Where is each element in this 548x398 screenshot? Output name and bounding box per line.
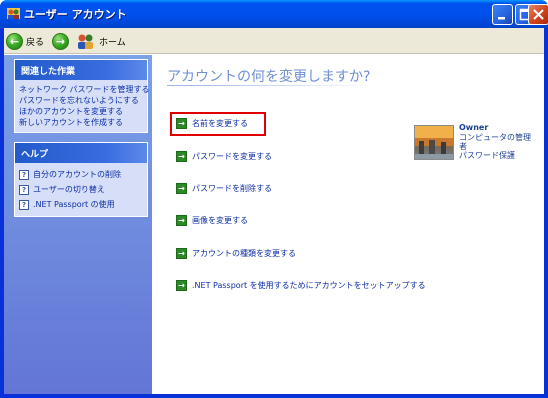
green-arrow-icon: → bbox=[176, 248, 187, 259]
action-label[interactable]: アカウントの種類を変更する bbox=[192, 248, 296, 259]
action-label[interactable]: .NET Passport を使用するためにアカウントをセットアップする bbox=[192, 280, 426, 291]
user-name: Owner bbox=[459, 123, 489, 132]
user-type-line1: コンピュータの管理 bbox=[459, 133, 531, 142]
help-panel: ヘルプ ? 自分のアカウントの削除 ? ユーザーの切り替え ? .NET Pas… bbox=[14, 142, 148, 217]
help-question-icon: ? bbox=[19, 169, 29, 180]
help-item-label[interactable]: .NET Passport の使用 bbox=[33, 199, 115, 210]
task-link-manage-network-passwords[interactable]: ネットワーク パスワードを管理する bbox=[19, 84, 150, 95]
help-title: ヘルプ bbox=[15, 143, 147, 163]
home-label: ホーム bbox=[99, 37, 126, 48]
help-list: ? 自分のアカウントの削除 ? ユーザーの切り替え ? .NET Passpor… bbox=[15, 163, 147, 216]
page-heading: アカウントの何を変更しますか? bbox=[167, 69, 371, 85]
heading-divider bbox=[167, 85, 377, 86]
client-area: ← 戻る → ホーム 関連した作業 ネットワーク パスワードを管理する パスワー… bbox=[4, 28, 544, 394]
action-label[interactable]: パスワードを変更する bbox=[192, 151, 272, 162]
related-tasks-panel: 関連した作業 ネットワーク パスワードを管理する パスワードを忘れないようにする… bbox=[14, 59, 150, 133]
action-setup-net-passport[interactable]: → .NET Passport を使用するためにアカウントをセットアップする bbox=[176, 280, 426, 291]
related-tasks-title: 関連した作業 bbox=[15, 60, 147, 80]
user-accounts-icon bbox=[7, 8, 20, 19]
forward-arrow-icon: → bbox=[52, 32, 69, 50]
task-link-create-new-account[interactable]: 新しいアカウントを作成する bbox=[19, 117, 147, 128]
close-button[interactable] bbox=[528, 4, 548, 25]
main-content: アカウントの何を変更しますか? → 名前を変更する → パスワードを変更する →… bbox=[152, 55, 544, 394]
related-tasks-list: ネットワーク パスワードを管理する パスワードを忘れないようにする ほかのアカウ… bbox=[15, 80, 150, 132]
action-change-name[interactable]: → 名前を変更する bbox=[176, 118, 248, 129]
back-label: 戻る bbox=[26, 37, 45, 48]
action-label[interactable]: 名前を変更する bbox=[192, 118, 248, 129]
user-password-status: パスワード保護 bbox=[459, 151, 515, 160]
help-question-icon: ? bbox=[19, 199, 29, 210]
task-link-change-another-account[interactable]: ほかのアカウントを変更する bbox=[19, 106, 147, 117]
action-remove-password[interactable]: → パスワードを削除する bbox=[176, 183, 272, 194]
user-accounts-window: ユーザー アカウント ← 戻る → ホーム 関連した作業 ネットワーク パスワー… bbox=[0, 0, 548, 398]
home-button[interactable]: ホーム bbox=[76, 31, 126, 51]
minimize-icon bbox=[498, 17, 505, 20]
help-question-icon: ? bbox=[19, 184, 29, 195]
help-item-label[interactable]: ユーザーの切り替え bbox=[33, 184, 105, 195]
help-item-net-passport[interactable]: ? .NET Passport の使用 bbox=[19, 197, 147, 212]
title-bar[interactable]: ユーザー アカウント bbox=[0, 0, 548, 28]
green-arrow-icon: → bbox=[176, 280, 187, 291]
green-arrow-icon: → bbox=[176, 215, 187, 226]
action-label[interactable]: 画像を変更する bbox=[192, 215, 248, 226]
users-home-icon bbox=[78, 34, 93, 49]
minimize-button[interactable] bbox=[492, 4, 513, 25]
help-item-switch-user[interactable]: ? ユーザーの切り替え bbox=[19, 182, 147, 197]
user-account-picture bbox=[414, 125, 454, 160]
back-arrow-icon: ← bbox=[6, 32, 23, 50]
forward-button[interactable]: → bbox=[52, 31, 69, 51]
action-change-password[interactable]: → パスワードを変更する bbox=[176, 151, 272, 162]
task-pane: 関連した作業 ネットワーク パスワードを管理する パスワードを忘れないようにする… bbox=[4, 55, 152, 394]
task-link-prevent-forgotten-password[interactable]: パスワードを忘れないようにする bbox=[19, 95, 147, 106]
action-change-account-type[interactable]: → アカウントの種類を変更する bbox=[176, 248, 296, 259]
green-arrow-icon: → bbox=[176, 183, 187, 194]
help-item-label[interactable]: 自分のアカウントの削除 bbox=[33, 169, 121, 180]
action-label[interactable]: パスワードを削除する bbox=[192, 183, 272, 194]
back-button[interactable]: ← 戻る bbox=[6, 31, 44, 51]
close-icon bbox=[533, 9, 544, 20]
toolbar: ← 戻る → ホーム bbox=[4, 28, 544, 54]
account-picture-image bbox=[415, 126, 453, 159]
green-arrow-icon: → bbox=[176, 151, 187, 162]
help-item-delete-account[interactable]: ? 自分のアカウントの削除 bbox=[19, 167, 147, 182]
action-change-picture[interactable]: → 画像を変更する bbox=[176, 215, 248, 226]
window-title: ユーザー アカウント bbox=[24, 8, 127, 21]
green-arrow-icon: → bbox=[176, 118, 187, 129]
